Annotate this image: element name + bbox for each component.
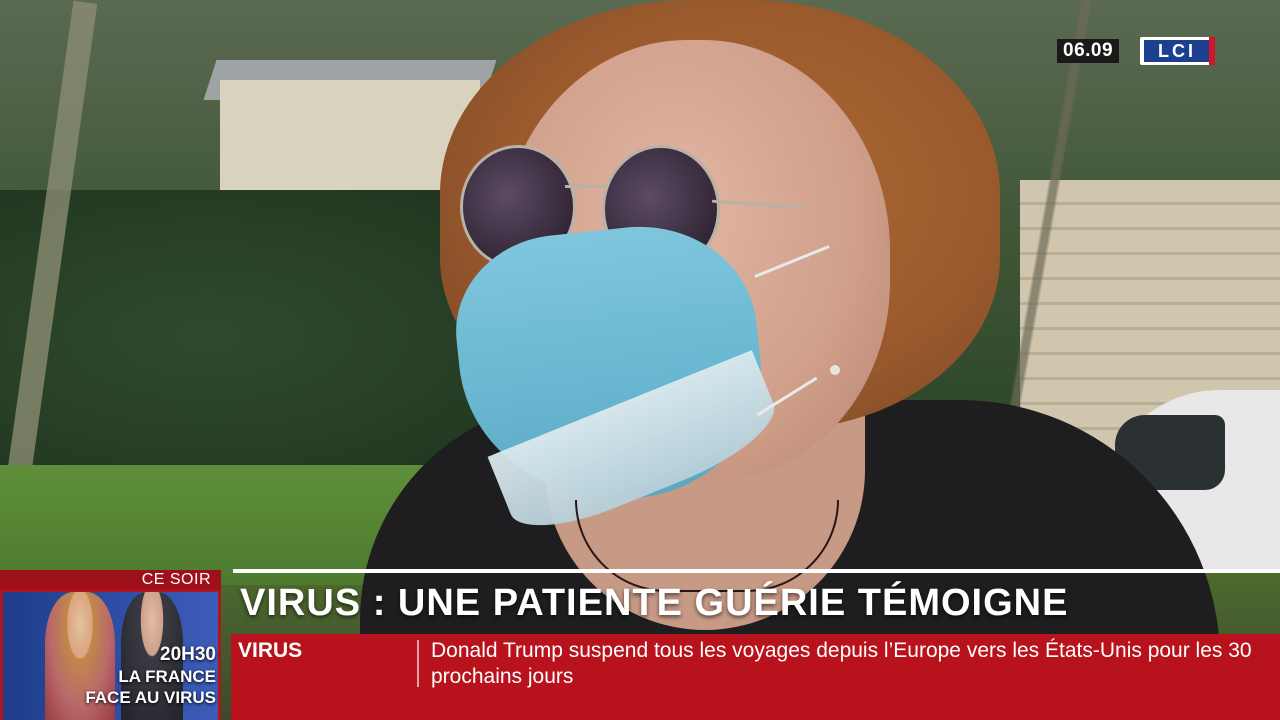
clock-badge: 06.09 [1057, 39, 1120, 63]
ticker-label: VIRUS [238, 639, 303, 662]
teaser-title-line-2: FACE AU VIRUS [85, 688, 216, 707]
headline-bar: VIRUS : UNE PATIENTE GUÉRIE TÉMOIGNE [233, 573, 1280, 633]
news-ticker: VIRUS Donald Trump suspend tous les voya… [231, 634, 1280, 720]
program-teaser: CE SOIR 20H30 LA FRANCE FACE AU VIRUS [0, 570, 221, 720]
teaser-kicker-bar: CE SOIR [0, 570, 221, 590]
teaser-time: 20H30 [160, 644, 216, 665]
lci-logo-text: LCI [1144, 40, 1210, 62]
teaser-image: 20H30 LA FRANCE FACE AU VIRUS [3, 592, 218, 720]
ticker-text: Donald Trump suspend tous les voyages de… [431, 639, 1252, 688]
headline-title: VIRUS : UNE PATIENTE GUÉRIE TÉMOIGNE [240, 582, 1069, 624]
lci-logo-accent [1209, 37, 1215, 65]
lci-logo: LCI [1140, 37, 1215, 65]
teaser-kicker: CE SOIR [141, 571, 211, 588]
earring [830, 365, 840, 375]
ticker-separator [417, 640, 419, 687]
teaser-title-line-1: LA FRANCE [118, 667, 216, 686]
sunglasses-bridge [565, 185, 607, 188]
